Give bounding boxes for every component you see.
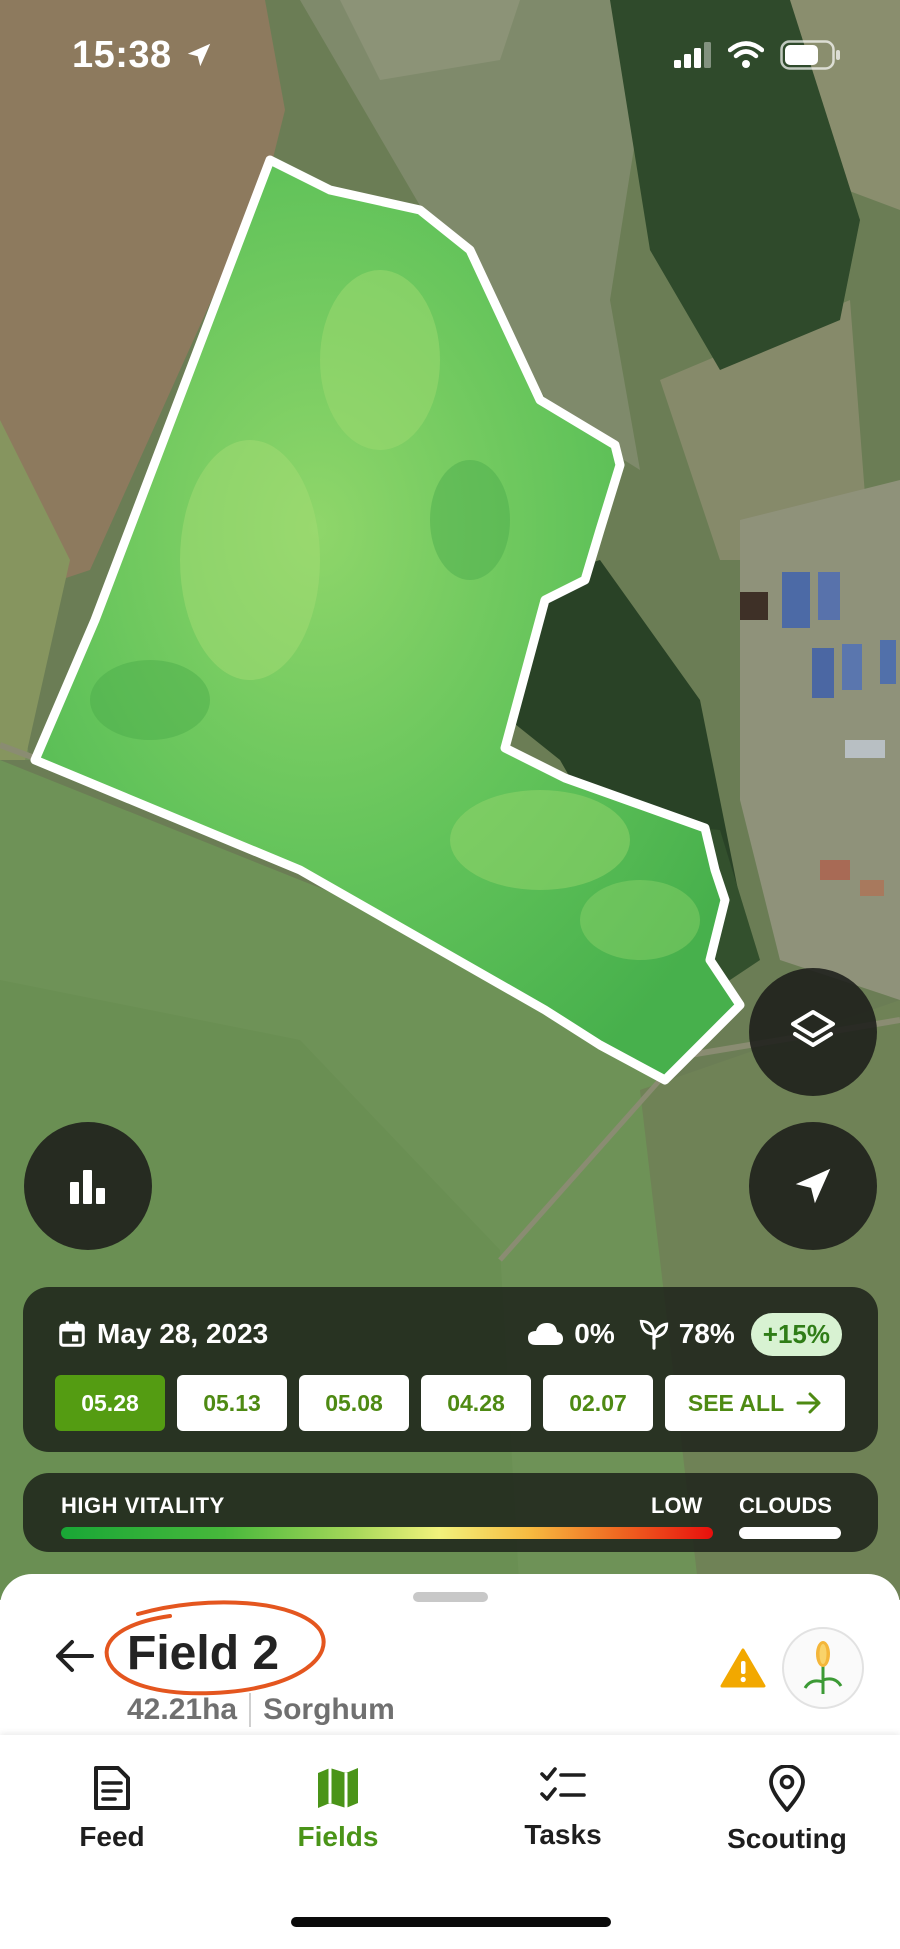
sheet-drag-handle[interactable] bbox=[413, 1592, 488, 1602]
location-pin-icon bbox=[769, 1765, 805, 1812]
date-chip[interactable]: 05.08 bbox=[299, 1375, 409, 1431]
signal-icon bbox=[674, 42, 711, 68]
see-all-dates-button[interactable]: SEE ALL bbox=[665, 1375, 845, 1431]
arrow-right-icon bbox=[796, 1392, 821, 1414]
home-indicator[interactable] bbox=[291, 1917, 611, 1927]
see-all-label: SEE ALL bbox=[687, 1389, 785, 1416]
selected-date: May 28, 2023 bbox=[97, 1318, 269, 1349]
status-icons bbox=[674, 40, 842, 70]
warning-icon[interactable] bbox=[720, 1648, 766, 1688]
document-icon bbox=[94, 1766, 130, 1810]
imagery-summary: May 28, 2023 0% 78% +15% bbox=[57, 1309, 842, 1359]
vitality-gradient-bar bbox=[61, 1527, 713, 1539]
checklist-icon bbox=[540, 1767, 586, 1801]
satellite-map[interactable]: 15:38 May 28, 2023 0% 78% +15% 05.28 05.… bbox=[0, 0, 900, 1600]
crop-avatar[interactable] bbox=[782, 1627, 864, 1709]
battery-icon bbox=[780, 40, 840, 70]
date-chip-selected[interactable]: 05.28 bbox=[55, 1375, 165, 1431]
field-area: 42.21ha bbox=[127, 1693, 238, 1726]
calendar-icon bbox=[59, 1321, 85, 1347]
back-button[interactable] bbox=[52, 1634, 96, 1678]
date-chip[interactable]: 05.13 bbox=[177, 1375, 287, 1431]
status-bar: 15:38 bbox=[0, 0, 900, 110]
arrow-left-icon bbox=[56, 1640, 94, 1672]
bar-chart-icon bbox=[70, 1170, 105, 1204]
date-chip[interactable]: 02.07 bbox=[543, 1375, 653, 1431]
field-bottom-sheet[interactable]: Field 2 42.21ha Sorghum bbox=[0, 1574, 900, 1734]
tab-tasks-label: Tasks bbox=[524, 1819, 602, 1850]
my-location-button[interactable] bbox=[749, 1122, 877, 1250]
date-chip-list: 05.28 05.13 05.08 04.28 02.07 SEE ALL bbox=[55, 1375, 845, 1431]
cloud-cover-value: 0% bbox=[574, 1318, 615, 1349]
status-time: 15:38 bbox=[72, 34, 172, 76]
details-divider bbox=[249, 1693, 252, 1727]
wifi-icon bbox=[728, 41, 764, 68]
tab-scouting[interactable]: Scouting bbox=[707, 1765, 867, 1855]
layers-icon bbox=[791, 1010, 835, 1047]
date-chip[interactable]: 04.28 bbox=[421, 1375, 531, 1431]
location-arrow-icon bbox=[184, 40, 214, 75]
field-crop: Sorghum bbox=[263, 1693, 395, 1726]
tab-fields[interactable]: Fields bbox=[258, 1765, 418, 1853]
legend-high-label: HIGH VITALITY bbox=[61, 1493, 225, 1518]
tab-feed[interactable]: Feed bbox=[32, 1765, 192, 1853]
vegetation-change-badge: +15% bbox=[750, 1312, 842, 1356]
tab-fields-label: Fields bbox=[297, 1821, 379, 1852]
layers-button[interactable] bbox=[749, 968, 877, 1096]
vegetation-value: 78% bbox=[678, 1318, 735, 1349]
legend-clouds-label: CLOUDS bbox=[739, 1493, 832, 1518]
imagery-date-panel: May 28, 2023 0% 78% +15% 05.28 05.13 05. bbox=[23, 1287, 878, 1452]
vitality-legend: HIGH VITALITY LOW CLOUDS bbox=[23, 1473, 878, 1552]
legend-low-label: LOW bbox=[651, 1493, 703, 1518]
tab-tasks[interactable]: Tasks bbox=[483, 1765, 643, 1851]
navigation-arrow-icon bbox=[795, 1168, 831, 1204]
statistics-button[interactable] bbox=[24, 1122, 152, 1250]
sorghum-icon bbox=[803, 1641, 843, 1694]
clouds-color-bar bbox=[739, 1527, 841, 1539]
sprout-icon bbox=[639, 1319, 668, 1350]
cloud-cover: 0% bbox=[526, 1318, 615, 1350]
cloud-icon bbox=[528, 1323, 564, 1345]
vegetation-index: 78% +15% bbox=[637, 1312, 842, 1356]
tab-scouting-label: Scouting bbox=[727, 1823, 847, 1854]
map-icon bbox=[318, 1768, 358, 1808]
field-name: Field 2 bbox=[127, 1627, 280, 1680]
field-details: 42.21ha Sorghum bbox=[127, 1692, 395, 1728]
tab-feed-label: Feed bbox=[79, 1821, 145, 1852]
